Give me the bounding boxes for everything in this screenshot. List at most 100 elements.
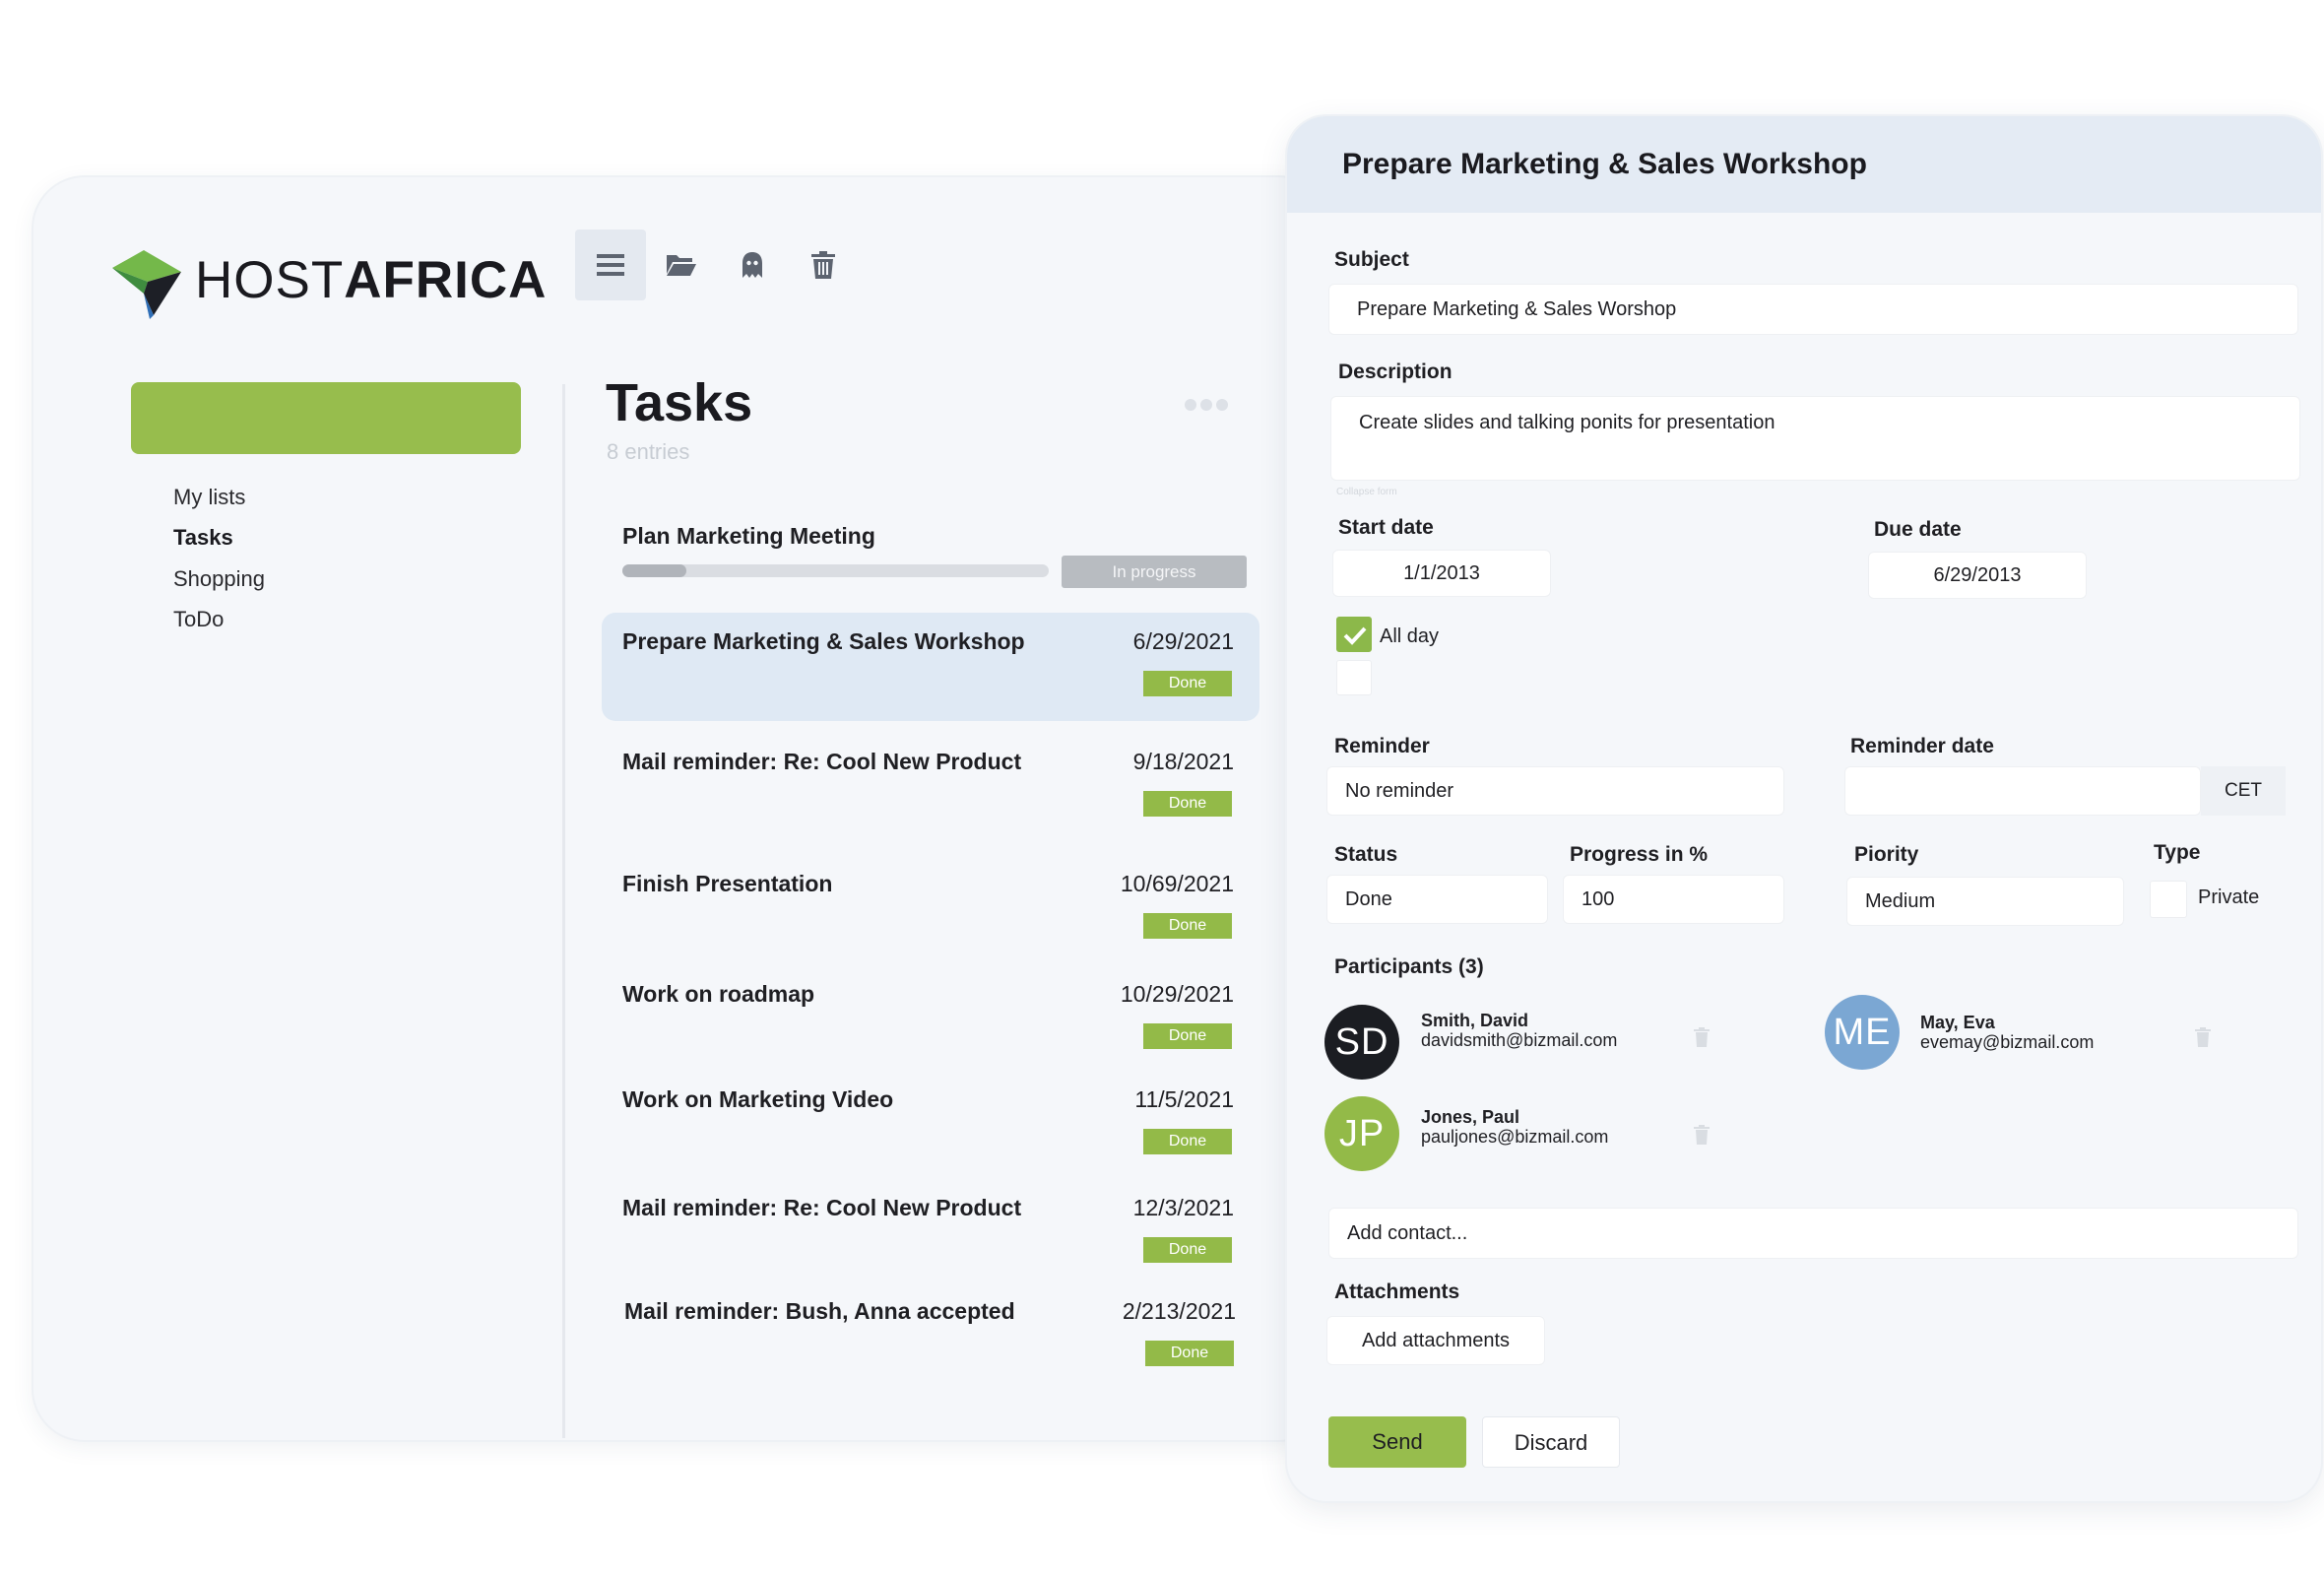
checkmark-icon: [1343, 626, 1367, 645]
status-badge: Done: [1143, 1129, 1232, 1154]
avatar: SD: [1324, 1005, 1399, 1080]
private-checkbox[interactable]: [2150, 881, 2187, 918]
description-field[interactable]: Create slides and talking ponits for pre…: [1330, 396, 2300, 481]
reminder-date-field[interactable]: [1844, 766, 2201, 816]
list-view-button[interactable]: [575, 230, 646, 300]
task-title: Work on roadmap: [622, 981, 815, 1007]
add-attachments-button[interactable]: Add attachments: [1326, 1316, 1545, 1365]
description-label: Description: [1338, 361, 1452, 383]
task-date: 9/18/2021: [1132, 749, 1234, 774]
task-date: 10/69/2021: [1120, 871, 1234, 896]
task-date: 11/5/2021: [1134, 1086, 1234, 1112]
task-title: Prepare Marketing & Sales Workshop: [622, 628, 1025, 654]
avatar: ME: [1825, 995, 1900, 1070]
reminder-date-label: Reminder date: [1850, 735, 1994, 757]
page-title: Tasks: [606, 373, 753, 432]
status-badge: Done: [1143, 913, 1232, 939]
subject-field[interactable]: Prepare Marketing & Sales Worshop: [1328, 284, 2298, 335]
private-label: Private: [2198, 886, 2260, 908]
entries-count: 8 entries: [607, 439, 690, 464]
task-title: Work on Marketing Video: [622, 1086, 894, 1112]
task-item[interactable]: Work on Marketing Video 11/5/2021 Done: [602, 1071, 1259, 1179]
add-contact-input[interactable]: Add contact...: [1328, 1208, 2298, 1259]
sidebar-item-shopping[interactable]: Shopping: [173, 566, 265, 592]
status-badge: In progress: [1062, 556, 1247, 588]
task-progress-fill: [622, 564, 686, 577]
ghost-icon: [742, 252, 762, 278]
task-title: Mail reminder: Re: Cool New Product: [622, 749, 1022, 774]
secondary-checkbox[interactable]: [1336, 660, 1372, 695]
collapse-form-link[interactable]: Collapse form: [1336, 487, 1397, 497]
attachments-label: Attachments: [1334, 1280, 1460, 1303]
subject-label: Subject: [1334, 248, 1409, 271]
progress-label: Progress in %: [1570, 843, 1709, 866]
task-item[interactable]: Mail reminder: Bush, Anna accepted 2/213…: [602, 1282, 1259, 1391]
ghost-button[interactable]: [717, 230, 788, 300]
hostafrica-logo: HOSTAFRICA: [110, 246, 546, 319]
sidebar-divider: [562, 384, 565, 1438]
task-title: Finish Presentation: [622, 871, 833, 896]
task-item-selected[interactable]: Prepare Marketing & Sales Workshop 6/29/…: [602, 613, 1259, 721]
detail-header: Prepare Marketing & Sales Workshop: [1287, 116, 2321, 213]
start-date-label: Start date: [1338, 516, 1434, 539]
trash-icon: [811, 251, 835, 279]
status-badge: Done: [1143, 671, 1232, 696]
folder-open-icon: [667, 255, 696, 276]
participant-email: evemay@bizmail.com: [1920, 1032, 2095, 1052]
discard-button[interactable]: Discard: [1482, 1416, 1620, 1468]
reminder-label: Reminder: [1334, 735, 1430, 757]
task-title: Mail reminder: Bush, Anna accepted: [624, 1298, 1015, 1324]
participants-label: Participants (3): [1334, 955, 1484, 978]
task-date: 6/29/2021: [1132, 628, 1234, 654]
start-date-field[interactable]: 1/1/2013: [1332, 550, 1551, 597]
status-label: Status: [1334, 843, 1398, 866]
type-label: Type: [2154, 841, 2201, 864]
task-date: 2/213/2021: [1122, 1298, 1236, 1324]
due-date-field[interactable]: 6/29/2013: [1868, 552, 2087, 599]
open-folder-button[interactable]: [646, 230, 717, 300]
detail-title: Prepare Marketing & Sales Workshop: [1342, 148, 1867, 180]
status-badge: Done: [1143, 1237, 1232, 1263]
trash-icon: [2195, 1027, 2211, 1047]
logo-mark-icon: [112, 250, 181, 319]
new-task-button[interactable]: [131, 382, 521, 454]
all-day-label: All day: [1380, 625, 1440, 647]
task-progress-bar: [622, 564, 1049, 577]
task-title: Mail reminder: Re: Cool New Product: [622, 1195, 1022, 1220]
task-item[interactable]: Finish Presentation 10/69/2021 Done: [602, 855, 1259, 963]
due-date-label: Due date: [1874, 518, 1962, 541]
send-button[interactable]: Send: [1328, 1416, 1466, 1468]
remove-participant-button[interactable]: [2195, 1027, 2211, 1052]
status-badge: Done: [1145, 1341, 1234, 1366]
task-item[interactable]: Mail reminder: Re: Cool New Product 9/18…: [602, 733, 1259, 841]
task-item[interactable]: Work on roadmap 10/29/2021 Done: [602, 965, 1259, 1074]
participant-name: Smith, David: [1421, 1011, 1529, 1030]
remove-participant-button[interactable]: [1694, 1125, 1710, 1149]
participant-name: Jones, Paul: [1421, 1107, 1520, 1127]
reminder-select[interactable]: No reminder: [1326, 766, 1784, 816]
remove-participant-button[interactable]: [1694, 1027, 1710, 1052]
status-select[interactable]: Done: [1326, 875, 1548, 924]
task-date: 12/3/2021: [1132, 1195, 1234, 1220]
progress-field[interactable]: 100: [1563, 875, 1784, 924]
all-day-checkbox[interactable]: [1336, 617, 1372, 652]
more-options-icon[interactable]: [1185, 399, 1228, 411]
task-title: Plan Marketing Meeting: [622, 523, 875, 549]
sidebar-item-todo[interactable]: ToDo: [173, 607, 224, 632]
trash-icon: [1694, 1125, 1710, 1145]
participant-email: pauljones@bizmail.com: [1421, 1127, 1609, 1147]
sidebar-item-my-lists[interactable]: My lists: [173, 485, 245, 510]
participant-name: May, Eva: [1920, 1013, 1995, 1032]
priority-label: Piority: [1854, 843, 1919, 866]
delete-button[interactable]: [788, 230, 859, 300]
status-badge: Done: [1143, 791, 1232, 817]
logo-wordmark: HOSTAFRICA: [195, 251, 548, 309]
sidebar-item-tasks[interactable]: Tasks: [173, 525, 233, 551]
trash-icon: [1694, 1027, 1710, 1047]
task-item[interactable]: Mail reminder: Re: Cool New Product 12/3…: [602, 1179, 1259, 1287]
participant-email: davidsmith@bizmail.com: [1421, 1030, 1618, 1050]
timezone-select[interactable]: CET: [2201, 766, 2286, 816]
status-badge: Done: [1143, 1023, 1232, 1049]
list-icon: [597, 254, 624, 276]
priority-select[interactable]: Medium: [1846, 877, 2124, 926]
